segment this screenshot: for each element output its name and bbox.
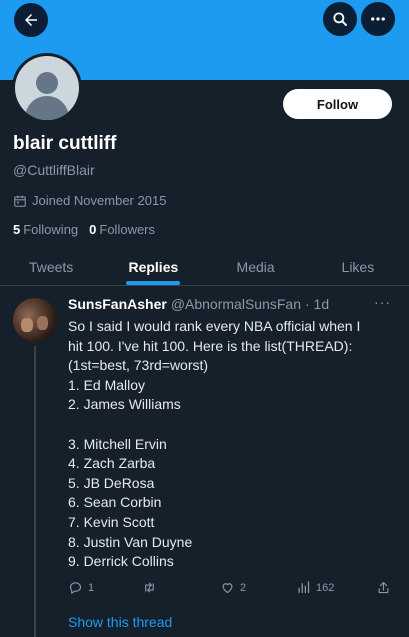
views-button[interactable]: 162 [296,580,334,595]
follow-button[interactable]: Follow [283,89,392,119]
tab-tweets[interactable]: Tweets [0,248,102,285]
tweet-text: So I said I would rank every NBA officia… [68,317,398,572]
retweet-icon [145,582,154,593]
tweet-text-line [68,415,398,435]
reply-button[interactable]: 1 [68,580,94,595]
arrow-left-icon [25,14,37,26]
tab-media[interactable]: Media [205,248,307,285]
joined-text: Joined November 2015 [32,193,167,208]
tweet-text-line: 2. James Williams [68,396,181,413]
tweet-more-icon[interactable]: ··· [374,294,391,310]
show-thread-link[interactable]: Show this thread [68,614,172,630]
back-button[interactable] [14,3,48,37]
retweet-button[interactable] [142,580,162,595]
profile-tabs: Tweets Replies Media Likes [0,248,409,286]
default-avatar-icon [15,56,79,120]
tweet-text-line: 1. Ed Malloy [68,376,146,393]
share-icon [378,581,389,594]
tweet-text-line: (1st=best, 73rd=worst) [68,357,209,374]
view-count: 162 [316,581,335,594]
joined-date: Joined November 2015 [13,193,166,208]
tweet-text-line: hit 100. I've hit 100. Here is the list(… [68,337,353,354]
ellipsis-icon [371,17,385,21]
search-icon [333,12,347,26]
tweet-text-line: 7. Kevin Scott [68,513,155,530]
calendar-icon [14,195,26,207]
like-button[interactable]: 2 [220,580,246,595]
reply-icon [69,582,82,595]
like-count: 2 [240,581,247,594]
following-label: Following [23,222,79,237]
tweet-text-line: 6. Sean Corbin [68,494,162,511]
following-count: 5 [13,222,21,237]
tweet-author-handle[interactable]: @AbnormalSunsFan [171,296,301,312]
tweet-text-line: 8. Justin Van Duyne [68,533,193,550]
tweet-actions: 1 2 162 [68,580,398,600]
thread-connector [34,346,36,637]
profile-display-name: blair cuttliff [13,133,117,154]
tweet-header: SunsFanAsher @AbnormalSunsFan · 1d [68,296,329,312]
tab-replies[interactable]: Replies [102,248,204,285]
tweet-author-name[interactable]: SunsFanAsher [68,296,167,312]
profile-handle: @CuttliffBlair [13,162,95,178]
tweet-text-line: 3. Mitchell Ervin [68,435,167,452]
more-options-button[interactable] [361,2,395,36]
followers-label: Followers [99,222,156,237]
tab-likes[interactable]: Likes [307,248,409,285]
following-link[interactable]: 5 Following [13,222,78,237]
tweet-text-line: 5. JB DeRosa [68,474,155,491]
tweet-text-line: 9. Derrick Collins [68,553,174,570]
tweet-text-line: 4. Zach Zarba [68,455,156,472]
reply-count: 1 [88,581,95,594]
followers-count: 0 [89,222,97,237]
tweet[interactable]: SunsFanAsher @AbnormalSunsFan · 1d ··· S… [0,286,409,637]
tweet-text-line: So I said I would rank every NBA officia… [68,318,361,334]
followers-link[interactable]: 0 Followers [89,222,155,237]
views-chart-icon [298,581,310,594]
profile-avatar[interactable] [12,53,82,123]
search-button[interactable] [323,2,357,36]
tweet-timestamp[interactable]: · 1d [305,296,329,312]
heart-icon [222,583,233,594]
tweet-author-avatar[interactable] [13,298,57,342]
share-button[interactable] [376,580,391,595]
follow-stats: 5 Following 0 Followers [13,222,155,237]
